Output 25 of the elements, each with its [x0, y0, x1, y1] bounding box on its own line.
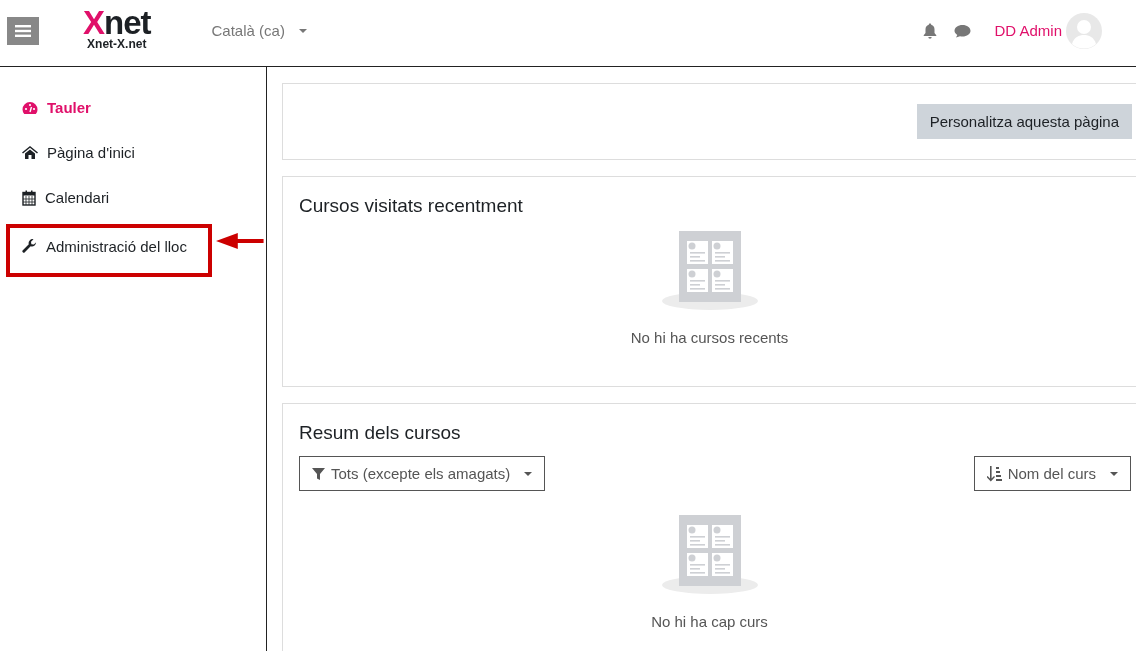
- annotation-arrow: [216, 232, 266, 249]
- wrench-icon: [22, 239, 37, 254]
- customize-button[interactable]: Personalitza aquesta pàgina: [916, 104, 1132, 139]
- user-name[interactable]: DD Admin: [994, 22, 1062, 39]
- bell-icon[interactable]: [923, 22, 938, 39]
- home-icon: [22, 146, 38, 159]
- filter-dropdown[interactable]: Tots (excepte els amagats): [299, 456, 546, 491]
- menu-button[interactable]: [7, 16, 39, 45]
- calendar-icon: [22, 189, 36, 206]
- empty-message: No hi ha cap curs: [651, 613, 768, 630]
- sort-icon: [986, 465, 1002, 482]
- sidebar-item[interactable]: Calendari: [0, 175, 110, 220]
- language-menu[interactable]: Català (ca): [205, 21, 313, 40]
- chat-icon[interactable]: [954, 23, 972, 38]
- empty-message: No hi ha cursos recents: [630, 329, 789, 346]
- menu-icon: [15, 24, 31, 37]
- sidebar-item[interactable]: Tauler: [0, 85, 91, 130]
- sidebar-item[interactable]: Pàgina d'inici: [0, 130, 135, 175]
- logo[interactable]: Xnet Xnet-X.net: [83, 8, 151, 50]
- filter-icon: [312, 467, 325, 480]
- section-title: Resum dels cursos: [299, 422, 462, 444]
- gauge-icon: [22, 100, 38, 115]
- sidebar-item[interactable]: Administració del lloc: [6, 224, 213, 277]
- sort-dropdown[interactable]: Nom del curs: [973, 456, 1131, 491]
- section-title: Cursos visitats recentment: [299, 195, 524, 217]
